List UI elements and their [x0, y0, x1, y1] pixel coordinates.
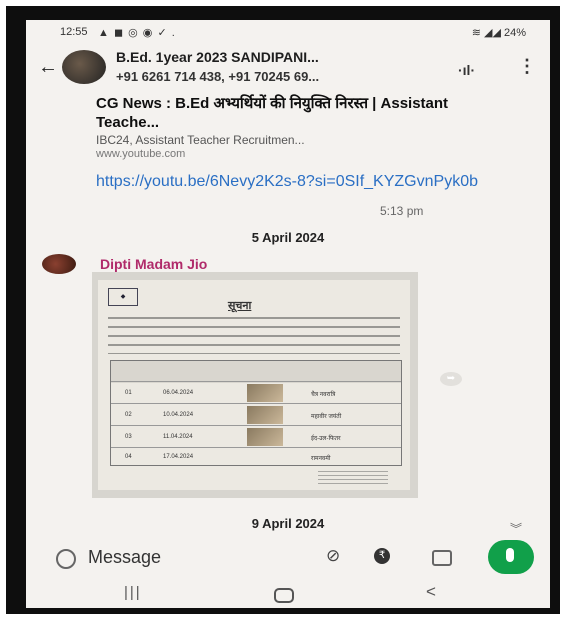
row-name: महावीर जयंती — [311, 414, 342, 420]
row-number: 02 — [125, 412, 132, 418]
photo-frame: 12:55 ▲ ◼ ◎ ◉ ✓ . ≋ ◢◢ 24% ← B.Ed. 1year… — [6, 6, 560, 614]
row-name: रामनवमी — [311, 456, 331, 462]
message-composer: ⊘ ₹ — [48, 544, 478, 572]
table-row: 02 10.04.2024 महावीर जयंती — [111, 403, 401, 426]
mic-icon — [506, 548, 514, 562]
message-input[interactable] — [88, 544, 328, 570]
notice-image: ◆ सूचना 01 06.04.2024 चैत्र नवरात्रि 02 … — [98, 280, 410, 490]
row-date: 06.04.2024 — [163, 390, 194, 396]
row-number: 01 — [125, 390, 132, 396]
notice-body-text — [108, 314, 400, 354]
link-preview-description: IBC24, Assistant Teacher Recruitmen... — [96, 133, 305, 147]
status-bar: 12:55 ▲ ◼ ◎ ◉ ✓ . ≋ ◢◢ 24% — [26, 20, 550, 42]
system-nav-bar: ||| < — [26, 578, 550, 608]
payment-icon[interactable]: ₹ — [374, 548, 390, 564]
image-message[interactable]: ◆ सूचना 01 06.04.2024 चैत्र नवरात्रि 02 … — [92, 272, 418, 498]
row-number: 04 — [125, 454, 132, 460]
table-row: 04 17.04.2024 रामनवमी — [111, 447, 401, 470]
scroll-down-icon[interactable]: ︾ — [510, 520, 522, 537]
row-name: ईद-उल-फितर — [311, 436, 341, 442]
table-row: 01 06.04.2024 चैत्र नवरात्रि — [111, 381, 401, 404]
recent-apps-icon[interactable]: ||| — [124, 584, 142, 601]
attach-icon[interactable]: ⊘ — [326, 546, 340, 566]
battery-indicator: ≋ ◢◢ 24% — [472, 26, 526, 39]
sender-name[interactable]: Dipti Madam Jio — [100, 256, 207, 272]
group-avatar[interactable] — [62, 50, 106, 84]
signal-icon: ≋ ◢◢ — [471, 27, 504, 39]
phone-screen: 12:55 ▲ ◼ ◎ ◉ ✓ . ≋ ◢◢ 24% ← B.Ed. 1year… — [26, 20, 550, 608]
emoji-icon[interactable] — [56, 549, 76, 569]
row-image — [247, 384, 283, 402]
notification-icons: ▲ ◼ ◎ ◉ ✓ . — [98, 27, 176, 39]
more-options-icon[interactable]: ⋮ — [518, 56, 536, 77]
date-separator: 5 April 2024 — [251, 230, 325, 245]
voice-chat-icon[interactable]: ·ıl· — [458, 62, 475, 78]
message-time: 5:13 pm — [380, 204, 424, 218]
row-name: चैत्र नवरात्रि — [311, 392, 336, 398]
nav-back-icon[interactable]: < — [426, 582, 436, 602]
status-time: 12:55 — [60, 26, 88, 38]
institution-logo: ◆ — [108, 288, 138, 306]
home-icon[interactable] — [274, 588, 294, 603]
back-arrow-icon[interactable]: ← — [38, 56, 58, 79]
chat-title[interactable]: B.Ed. 1year 2023 SANDIPANI... — [116, 49, 319, 65]
holiday-table: 01 06.04.2024 चैत्र नवरात्रि 02 10.04.20… — [110, 360, 402, 466]
chat-participants[interactable]: +91 6261 714 438, +91 70245 69... — [116, 69, 319, 84]
battery-level: 24% — [503, 27, 526, 39]
link-preview-domain: www.youtube.com — [96, 148, 186, 160]
row-date: 10.04.2024 — [163, 412, 194, 418]
date-separator: 9 April 2024 — [251, 516, 325, 531]
forward-icon[interactable]: ➥ — [440, 372, 462, 386]
link-preview-title[interactable]: CG News : B.Ed अभ्यर्थियों की नियुक्ति न… — [96, 94, 496, 132]
notice-heading: सूचना — [228, 300, 252, 312]
table-row: 03 11.04.2024 ईद-उल-फितर — [111, 425, 401, 448]
row-date: 17.04.2024 — [163, 454, 194, 460]
table-header-row — [111, 361, 401, 383]
message-link[interactable]: https://youtu.be/6Nevy2K2s-8?si=0SIf_KYZ… — [96, 172, 496, 192]
row-image — [247, 406, 283, 424]
camera-icon[interactable] — [432, 550, 452, 566]
row-image — [247, 428, 283, 446]
row-number: 03 — [125, 434, 132, 440]
voice-message-button[interactable] — [488, 540, 534, 574]
row-date: 11.04.2024 — [163, 434, 193, 440]
sender-avatar[interactable] — [42, 254, 76, 274]
signature-block — [318, 468, 388, 484]
link-message: CG News : B.Ed अभ्यर्थियों की नियुक्ति न… — [96, 94, 496, 192]
chat-header: ← B.Ed. 1year 2023 SANDIPANI... +91 6261… — [26, 42, 550, 94]
